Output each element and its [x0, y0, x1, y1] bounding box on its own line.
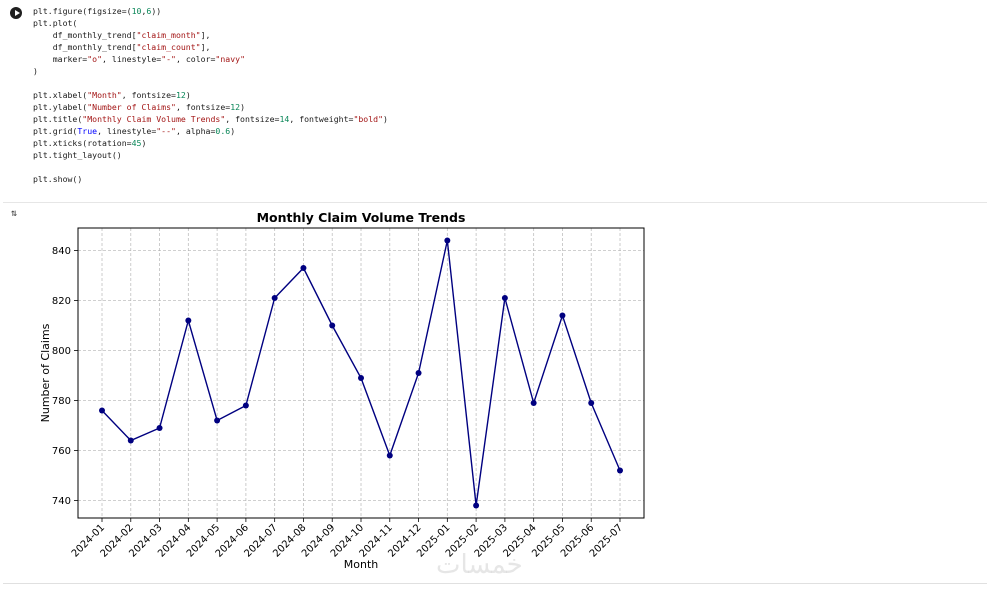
data-point [156, 425, 163, 431]
code-line: plt.grid(True, linestyle="--", alpha=0.6… [33, 126, 236, 136]
y-tick-label: 780 [52, 396, 71, 407]
y-tick-label: 740 [52, 496, 71, 507]
code-line: plt.title("Monthly Claim Volume Trends",… [33, 114, 388, 124]
data-point [473, 502, 480, 509]
data-point [559, 312, 566, 319]
data-point [300, 265, 307, 271]
code-line: plt.show() [33, 174, 83, 184]
chart-title: Monthly Claim Volume Trends [257, 210, 466, 225]
y-axis-label: Number of Claims [39, 323, 52, 422]
notebook-cell: plt.figure(figsize=(10,6)) plt.plot( df_m… [3, 0, 987, 584]
code-line: ) [33, 66, 38, 76]
data-point [617, 467, 623, 474]
data-point [271, 295, 278, 301]
code-line: plt.tight_layout() [33, 150, 122, 160]
data-point [415, 370, 422, 376]
code-line: marker="o", linestyle="-", color="navy" [33, 54, 245, 64]
data-point [127, 437, 134, 444]
code-line: plt.ylabel("Number of Claims", fontsize=… [33, 102, 245, 112]
data-point [386, 452, 393, 459]
data-point [329, 322, 336, 329]
data-point [214, 417, 221, 424]
code-line: df_monthly_trend["claim_month"], [33, 30, 211, 40]
code-line: plt.xticks(rotation=45) [33, 138, 147, 148]
run-cell-button[interactable] [10, 7, 22, 19]
code-line: plt.plot( [33, 18, 78, 28]
data-point [588, 400, 595, 406]
code-line: plt.xlabel("Month", fontsize=12) [33, 90, 191, 100]
y-tick-label: 800 [52, 346, 71, 357]
chart: Monthly Claim Volume Trends 740 760 780 800 8… [39, 210, 645, 571]
code-line: df_monthly_trend["claim_count"], [33, 42, 211, 52]
code-line: plt.figure(figsize=(10,6)) [33, 6, 162, 16]
watermark: خمسات [436, 550, 523, 580]
cell-divider [3, 202, 987, 203]
data-point [444, 237, 451, 244]
data-point [501, 295, 508, 301]
y-tick-label: 820 [52, 296, 71, 307]
x-axis-label: Month [344, 558, 379, 571]
y-tick-label: 840 [52, 246, 71, 257]
y-tick-label: 760 [52, 446, 71, 457]
data-point [99, 407, 105, 414]
code-editor[interactable]: plt.figure(figsize=(10,6)) plt.plot( df_m… [3, 0, 987, 201]
data-point [358, 375, 364, 381]
data-point [242, 402, 249, 409]
data-point [530, 400, 537, 406]
data-point [185, 317, 192, 324]
